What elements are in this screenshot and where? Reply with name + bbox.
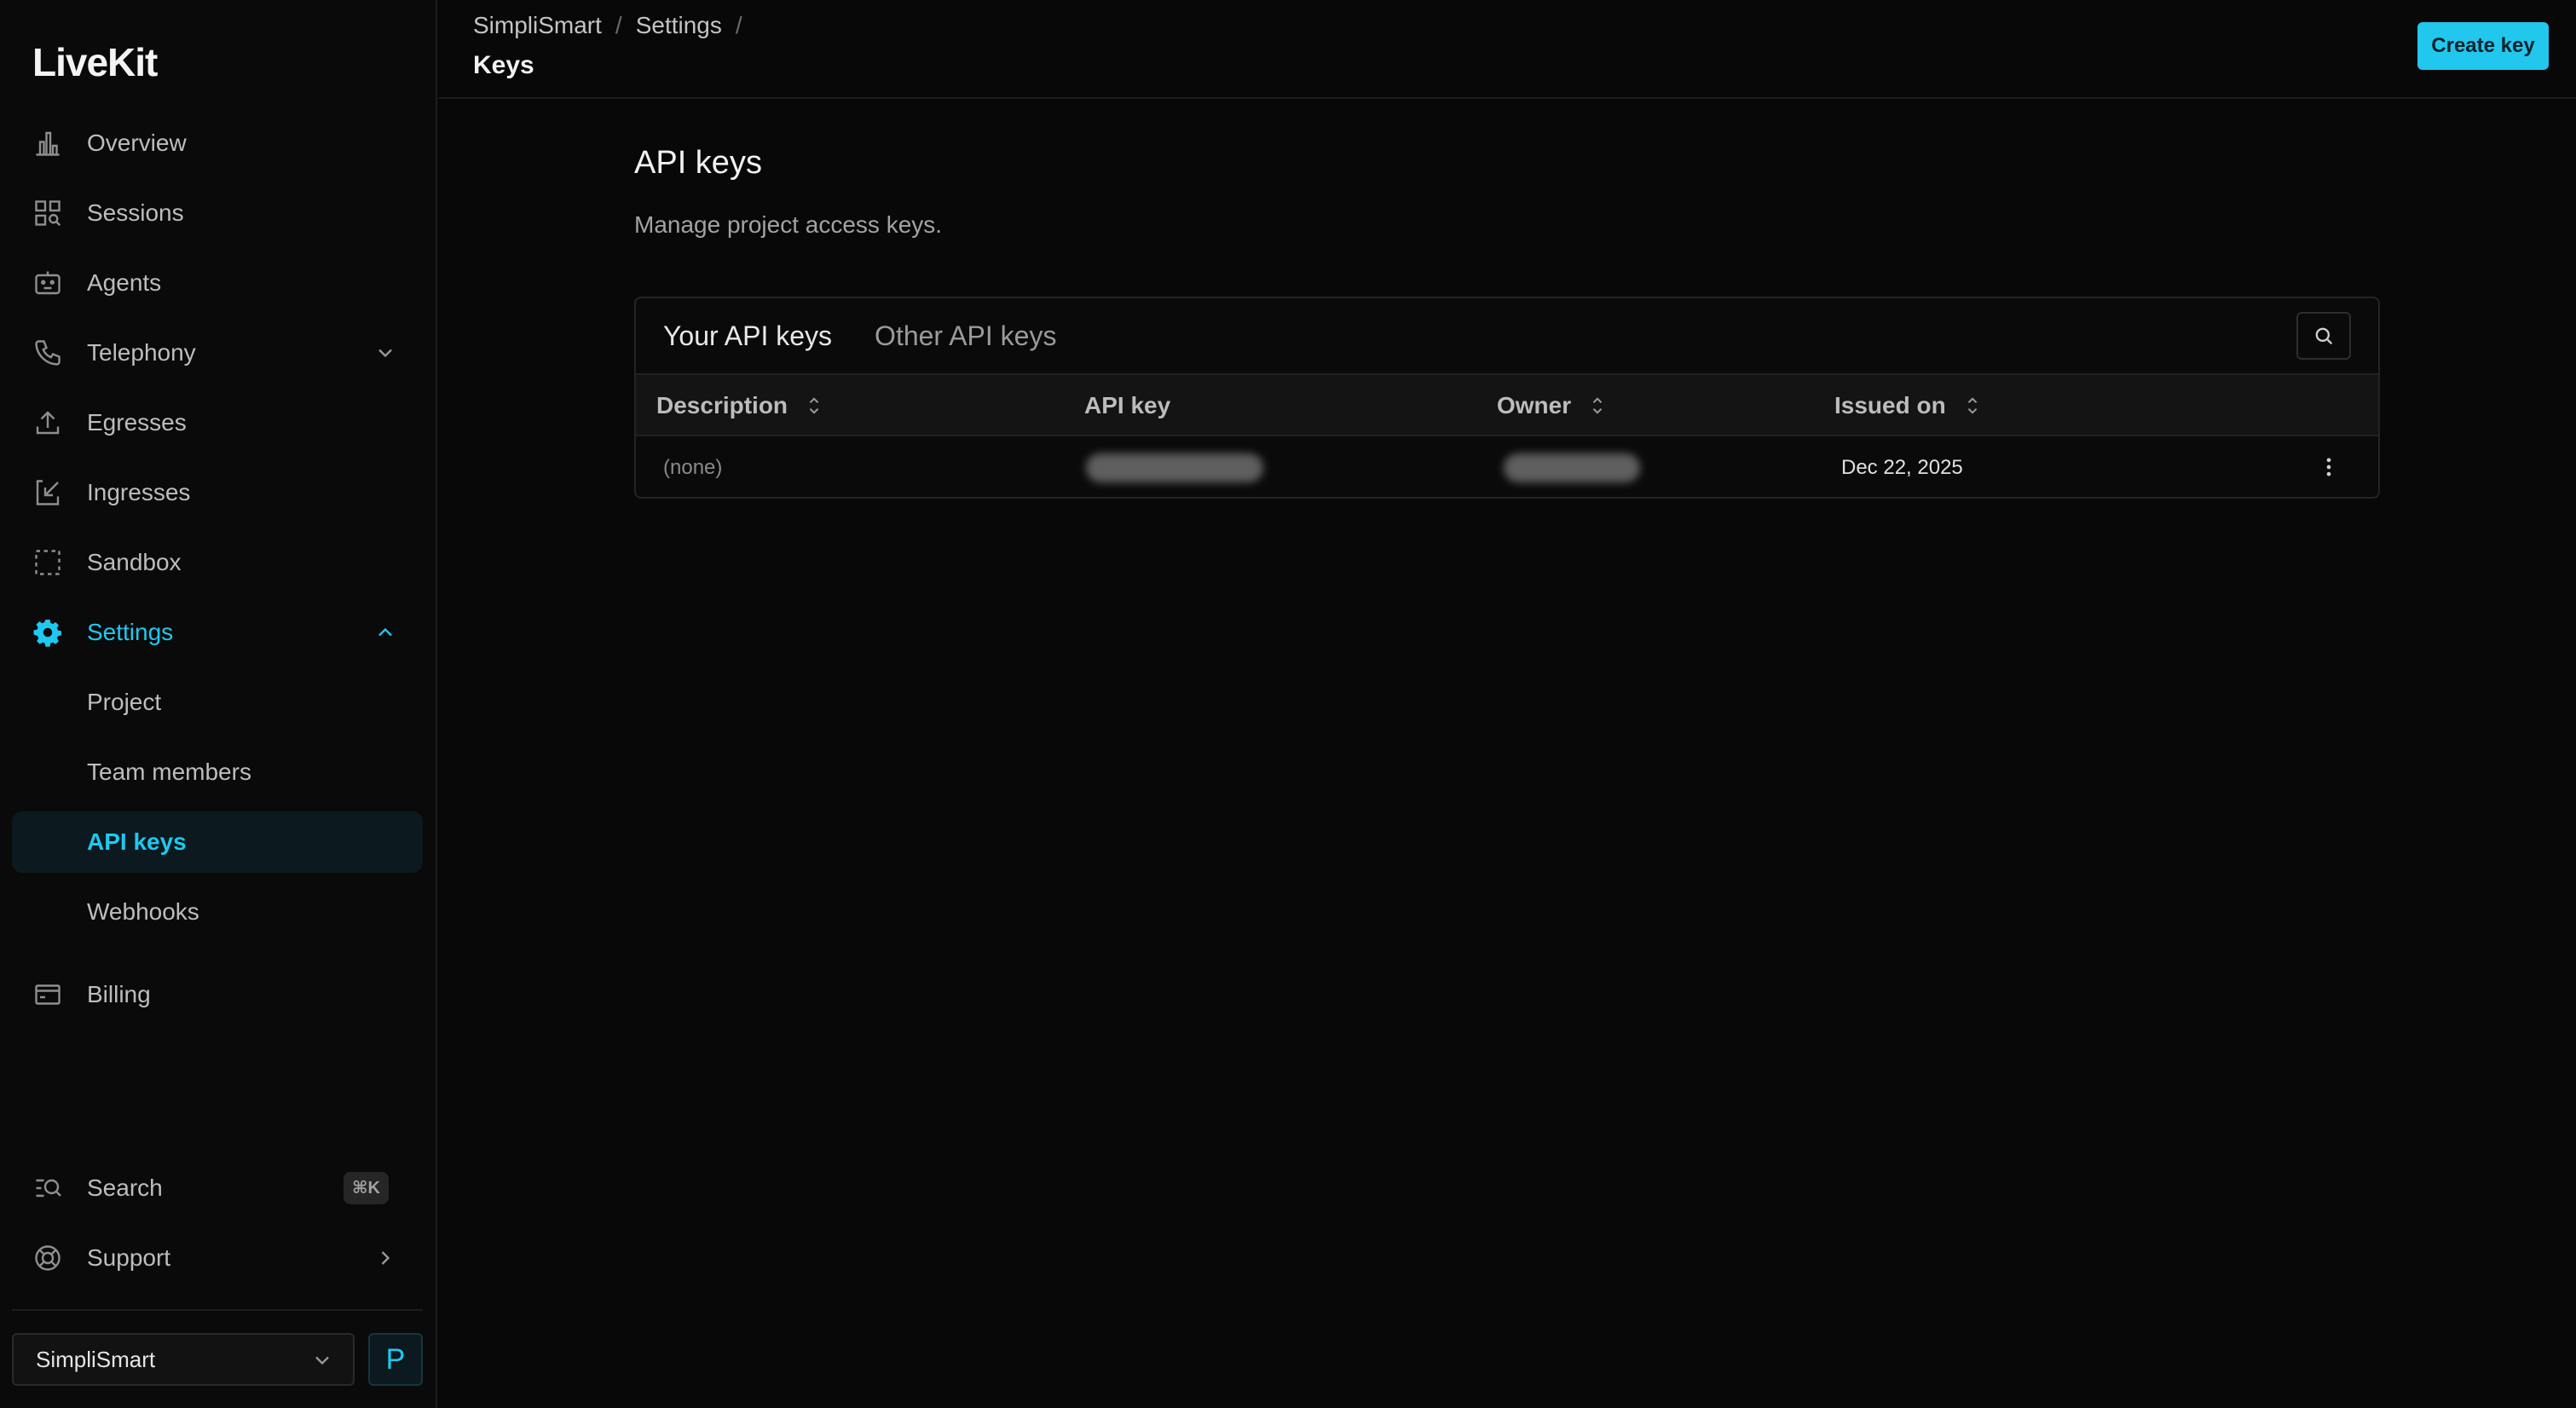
grid-search-icon	[32, 198, 63, 228]
avatar[interactable]: P	[368, 1333, 423, 1386]
sidebar: LiveKit Overview Sessions Agents Telepho…	[0, 0, 437, 1408]
column-header-label: Owner	[1497, 392, 1572, 418]
sidebar-item-label: Ingresses	[87, 479, 191, 505]
sidebar-item-label: Team members	[87, 759, 251, 785]
column-header-api-key: API key	[1084, 375, 1170, 436]
sidebar-item-label: Project	[87, 689, 162, 715]
tab-bar: Your API keys Other API keys	[663, 320, 1056, 352]
upload-icon	[32, 407, 63, 438]
project-selector[interactable]: SimpliSmart	[12, 1333, 355, 1386]
cell-owner	[1504, 436, 1640, 497]
sidebar-item-search[interactable]: Search ⌘K	[12, 1157, 423, 1219]
redacted-owner	[1504, 453, 1640, 482]
credit-card-icon	[32, 979, 63, 1010]
column-header-label: API key	[1084, 392, 1171, 418]
api-keys-card: Your API keys Other API keys Description…	[634, 297, 2380, 499]
cell-description: (none)	[663, 455, 723, 479]
redacted-api-key	[1086, 453, 1263, 482]
sidebar-item-egresses[interactable]: Egresses	[12, 392, 423, 453]
sort-icon	[1967, 397, 1977, 414]
table-row[interactable]: (none) Dec 22, 2025	[636, 436, 2378, 497]
app-window: LiveKit Overview Sessions Agents Telepho…	[0, 0, 2576, 1408]
cell-issued-on: Dec 22, 2025	[1841, 455, 1963, 479]
cell-api-key	[1086, 436, 1263, 497]
section-subtitle: Manage project access keys.	[634, 211, 943, 238]
sidebar-item-label: Agents	[87, 269, 162, 296]
sidebar-item-label: Sandbox	[87, 549, 182, 575]
phone-icon	[32, 338, 63, 368]
sidebar-item-label: Sessions	[87, 199, 184, 226]
ingress-icon	[32, 477, 63, 508]
sidebar-subitem-team-members[interactable]: Team members	[12, 742, 423, 803]
column-header-label: Issued on	[1834, 392, 1946, 418]
row-actions-menu[interactable]	[2317, 455, 2341, 479]
sidebar-item-agents[interactable]: Agents	[12, 252, 423, 314]
project-selector-value: SimpliSmart	[36, 1346, 156, 1372]
sort-icon	[809, 397, 819, 414]
livekit-logo[interactable]: LiveKit	[32, 40, 158, 84]
breadcrumb: SimpliSmart / Settings /	[473, 12, 756, 39]
column-header-issued-on[interactable]: Issued on	[1834, 375, 1982, 436]
sidebar-divider	[12, 1309, 423, 1311]
sidebar-item-label: Support	[87, 1244, 171, 1271]
sidebar-subitem-api-keys[interactable]: API keys	[12, 811, 423, 873]
sidebar-item-label: Telephony	[87, 339, 196, 366]
dashed-square-icon	[32, 547, 63, 578]
column-header-description[interactable]: Description	[656, 375, 823, 436]
top-bar: SimpliSmart / Settings / Keys Create key	[439, 0, 2576, 99]
sidebar-item-billing[interactable]: Billing	[12, 964, 423, 1025]
robot-icon	[32, 268, 63, 298]
chevron-up-icon	[373, 620, 397, 644]
page-title: Keys	[473, 51, 534, 79]
sidebar-subitem-webhooks[interactable]: Webhooks	[12, 881, 423, 943]
breadcrumb-item-project[interactable]: SimpliSmart	[473, 12, 602, 39]
column-header-owner[interactable]: Owner	[1497, 375, 1607, 436]
sort-icon	[1592, 397, 1603, 414]
sidebar-item-label: Billing	[87, 981, 151, 1007]
sidebar-item-settings[interactable]: Settings	[12, 602, 423, 663]
sidebar-item-ingresses[interactable]: Ingresses	[12, 462, 423, 523]
sidebar-item-sandbox[interactable]: Sandbox	[12, 532, 423, 593]
search-icon	[2315, 327, 2333, 345]
search-button[interactable]	[2296, 312, 2351, 360]
sidebar-item-telephony[interactable]: Telephony	[12, 322, 423, 384]
sidebar-item-label: Settings	[87, 619, 174, 645]
keyboard-shortcut-badge: ⌘K	[344, 1172, 389, 1204]
sidebar-item-sessions[interactable]: Sessions	[12, 182, 423, 244]
sidebar-item-label: Overview	[87, 130, 187, 156]
breadcrumb-item-settings[interactable]: Settings	[636, 12, 722, 39]
breadcrumb-separator: /	[615, 12, 622, 38]
chevron-down-icon	[310, 1348, 334, 1372]
sidebar-item-label: API keys	[87, 828, 187, 855]
sidebar-item-label: Egresses	[87, 409, 187, 436]
create-key-button[interactable]: Create key	[2417, 22, 2549, 70]
table-header: Description API key Owner Issued on	[636, 373, 2378, 436]
more-vertical-icon	[2326, 458, 2331, 476]
tab-your-api-keys[interactable]: Your API keys	[663, 320, 832, 352]
sidebar-subitem-project[interactable]: Project	[12, 672, 423, 733]
sidebar-item-label: Search	[87, 1174, 163, 1201]
breadcrumb-separator: /	[735, 12, 742, 38]
chevron-down-icon	[373, 341, 397, 365]
search-list-icon	[32, 1173, 63, 1203]
column-header-label: Description	[656, 392, 788, 418]
section-title: API keys	[634, 145, 762, 181]
tab-other-api-keys[interactable]: Other API keys	[875, 320, 1056, 352]
sidebar-item-overview[interactable]: Overview	[12, 113, 423, 174]
sidebar-item-support[interactable]: Support	[12, 1227, 423, 1289]
bar-chart-icon	[32, 128, 63, 159]
gear-icon	[32, 617, 63, 648]
lifebuoy-icon	[32, 1243, 63, 1273]
chevron-right-icon	[373, 1246, 397, 1270]
sidebar-item-label: Webhooks	[87, 898, 199, 925]
